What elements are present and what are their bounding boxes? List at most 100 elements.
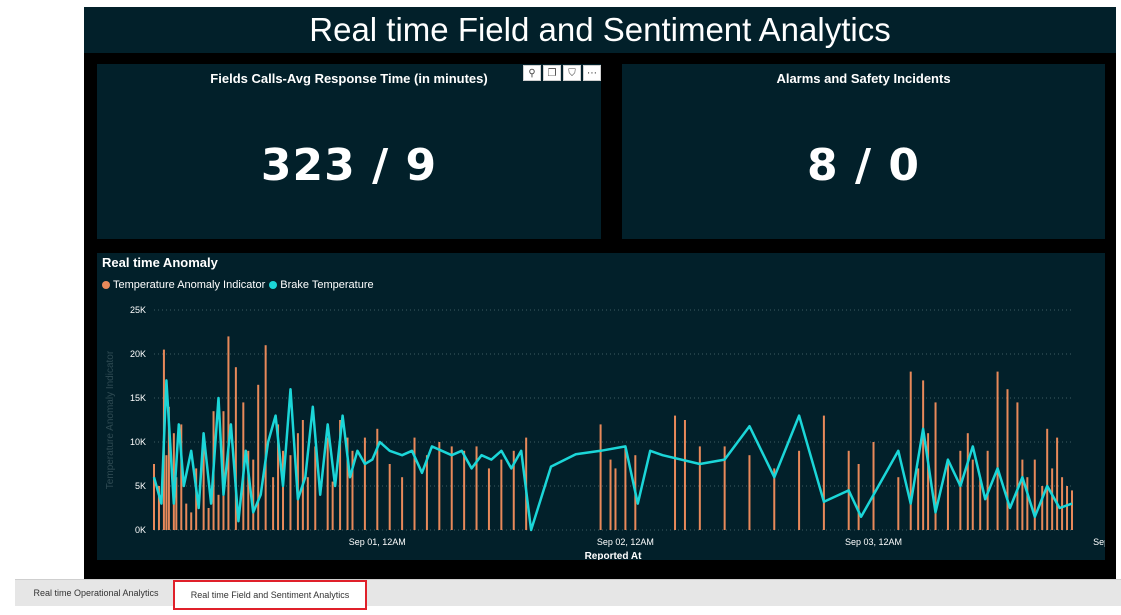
anomaly-bar: [363, 437, 366, 530]
anomaly-bar: [1033, 459, 1036, 530]
anomaly-bar: [1061, 477, 1064, 530]
anomaly-bar: [1021, 459, 1024, 530]
anomaly-bar: [1006, 389, 1009, 530]
anomaly-bar: [609, 459, 612, 530]
visual-toolbar: ⚲ ❐ ⛉ ⋯: [523, 65, 601, 81]
tab-operational-analytics[interactable]: Real time Operational Analytics: [23, 580, 169, 606]
anomaly-bar: [487, 468, 490, 530]
anomaly-bar: [922, 380, 925, 530]
anomaly-bar: [306, 477, 309, 530]
legend-item-brake-temp[interactable]: Brake Temperature: [269, 279, 374, 291]
anomaly-bar: [450, 446, 453, 530]
anomaly-bar: [463, 450, 466, 530]
y-tick-label: 0K: [135, 525, 146, 535]
anomaly-bar: [153, 464, 155, 530]
anomaly-bar: [872, 442, 875, 530]
anomaly-bar: [1056, 437, 1059, 530]
anomaly-bar: [165, 455, 168, 530]
anomaly-bar: [909, 371, 912, 530]
anomaly-bar: [599, 424, 602, 530]
report-canvas: Real time Field and Sentiment Analytics …: [84, 7, 1116, 579]
kpi-card-alarms[interactable]: Alarms and Safety Incidents 8 / 0: [622, 64, 1105, 239]
anomaly-bar: [798, 450, 801, 530]
anomaly-bar: [425, 455, 428, 530]
anomaly-bar: [614, 468, 617, 530]
kpi-card-response-time[interactable]: Fields Calls-Avg Response Time (in minut…: [97, 64, 601, 239]
copy-icon[interactable]: ❐: [543, 65, 561, 81]
anomaly-bar: [1041, 486, 1044, 530]
anomaly-bar: [1051, 468, 1054, 530]
anomaly-bar: [331, 481, 334, 530]
anomaly-bar: [190, 512, 193, 530]
anomaly-bar: [822, 415, 825, 530]
kpi-card-title: Alarms and Safety Incidents: [776, 71, 951, 86]
anomaly-bar: [748, 455, 751, 530]
y-tick-label: 5K: [135, 481, 146, 491]
chart-legend: Temperature Anomaly Indicator Brake Temp…: [102, 279, 378, 291]
x-tick-label: Sep 01, 12AM: [349, 537, 406, 547]
anomaly-bar: [624, 446, 627, 530]
x-axis-title: Reported At: [585, 551, 643, 560]
page-title-text: Real time Field and Sentiment Analytics: [309, 11, 891, 48]
anomaly-bar: [252, 459, 255, 530]
legend-dot-icon: [269, 281, 278, 289]
y-tick-label: 25K: [130, 305, 146, 315]
anomaly-bar: [401, 477, 404, 530]
filter-icon[interactable]: ⛉: [563, 65, 581, 81]
anomaly-bar: [698, 446, 701, 530]
anomaly-bar: [897, 477, 900, 530]
anomaly-bar: [257, 384, 260, 530]
anomaly-bar: [996, 371, 999, 530]
anomaly-bar: [207, 508, 210, 530]
anomaly-bar: [413, 437, 416, 530]
anomaly-bar: [289, 455, 292, 530]
chart-title: Real time Anomaly: [102, 255, 218, 270]
legend-label: Brake Temperature: [280, 279, 374, 291]
y-axis-title: Temperature Anomaly Indicator: [105, 350, 116, 489]
x-tick-label: Sep 02, 12AM: [597, 537, 654, 547]
anomaly-chart-card[interactable]: 0K 5K 10K 15K 20K 25K Temperature Anomaly Indi…: [97, 253, 1105, 560]
anomaly-bar: [927, 433, 930, 530]
y-tick-label: 20K: [130, 349, 146, 359]
anomaly-bar: [1066, 486, 1069, 530]
legend-item-anomaly[interactable]: Temperature Anomaly Indicator: [102, 279, 265, 291]
anomaly-bar: [217, 494, 220, 530]
anomaly-bar: [1016, 402, 1019, 530]
tab-label: Real time Field and Sentiment Analytics: [190, 590, 350, 600]
x-tick-label: Sep 04, 12AM: [1093, 537, 1105, 547]
anomaly-chart: 0K 5K 10K 15K 20K 25K Temperature Anomaly Indi…: [105, 305, 1105, 560]
legend-label: Temperature Anomaly Indicator: [113, 279, 266, 291]
more-options-icon[interactable]: ⋯: [583, 65, 601, 81]
anomaly-bar: [917, 468, 920, 530]
anomaly-bar: [674, 415, 677, 530]
kpi-value: 323 / 9: [260, 140, 438, 191]
anomaly-bar: [388, 464, 391, 530]
kpi-value: 8 / 0: [807, 140, 920, 191]
anomaly-bar: [966, 433, 969, 530]
anomaly-bar: [959, 450, 962, 530]
anomaly-bar: [500, 459, 503, 530]
anomaly-bar: [946, 459, 949, 530]
pin-icon[interactable]: ⚲: [523, 65, 541, 81]
page-title: Real time Field and Sentiment Analytics: [84, 7, 1116, 53]
anomaly-bar: [857, 464, 860, 530]
x-tick-label: Sep 03, 12AM: [845, 537, 902, 547]
tab-field-sentiment-analytics[interactable]: Real time Field and Sentiment Analytics: [173, 580, 367, 610]
anomaly-bar: [1026, 477, 1029, 530]
anomaly-bar: [438, 442, 441, 530]
y-tick-label: 10K: [130, 437, 146, 447]
anomaly-bar: [185, 503, 188, 530]
brake-temperature-line: [152, 379, 1073, 532]
anomaly-bar: [1071, 490, 1073, 530]
anomaly-bar: [971, 459, 974, 530]
tab-label: Real time Operational Analytics: [33, 588, 159, 598]
y-tick-label: 15K: [130, 393, 146, 403]
anomaly-bar: [264, 345, 267, 530]
anomaly-bar: [683, 420, 686, 530]
anomaly-bar: [326, 437, 329, 530]
anomaly-bar: [1046, 428, 1049, 530]
legend-dot-icon: [102, 281, 110, 289]
page-tabs: Real time Operational Analytics Real tim…: [15, 579, 1121, 610]
anomaly-bar: [272, 477, 275, 530]
anomaly-bar: [301, 420, 304, 530]
